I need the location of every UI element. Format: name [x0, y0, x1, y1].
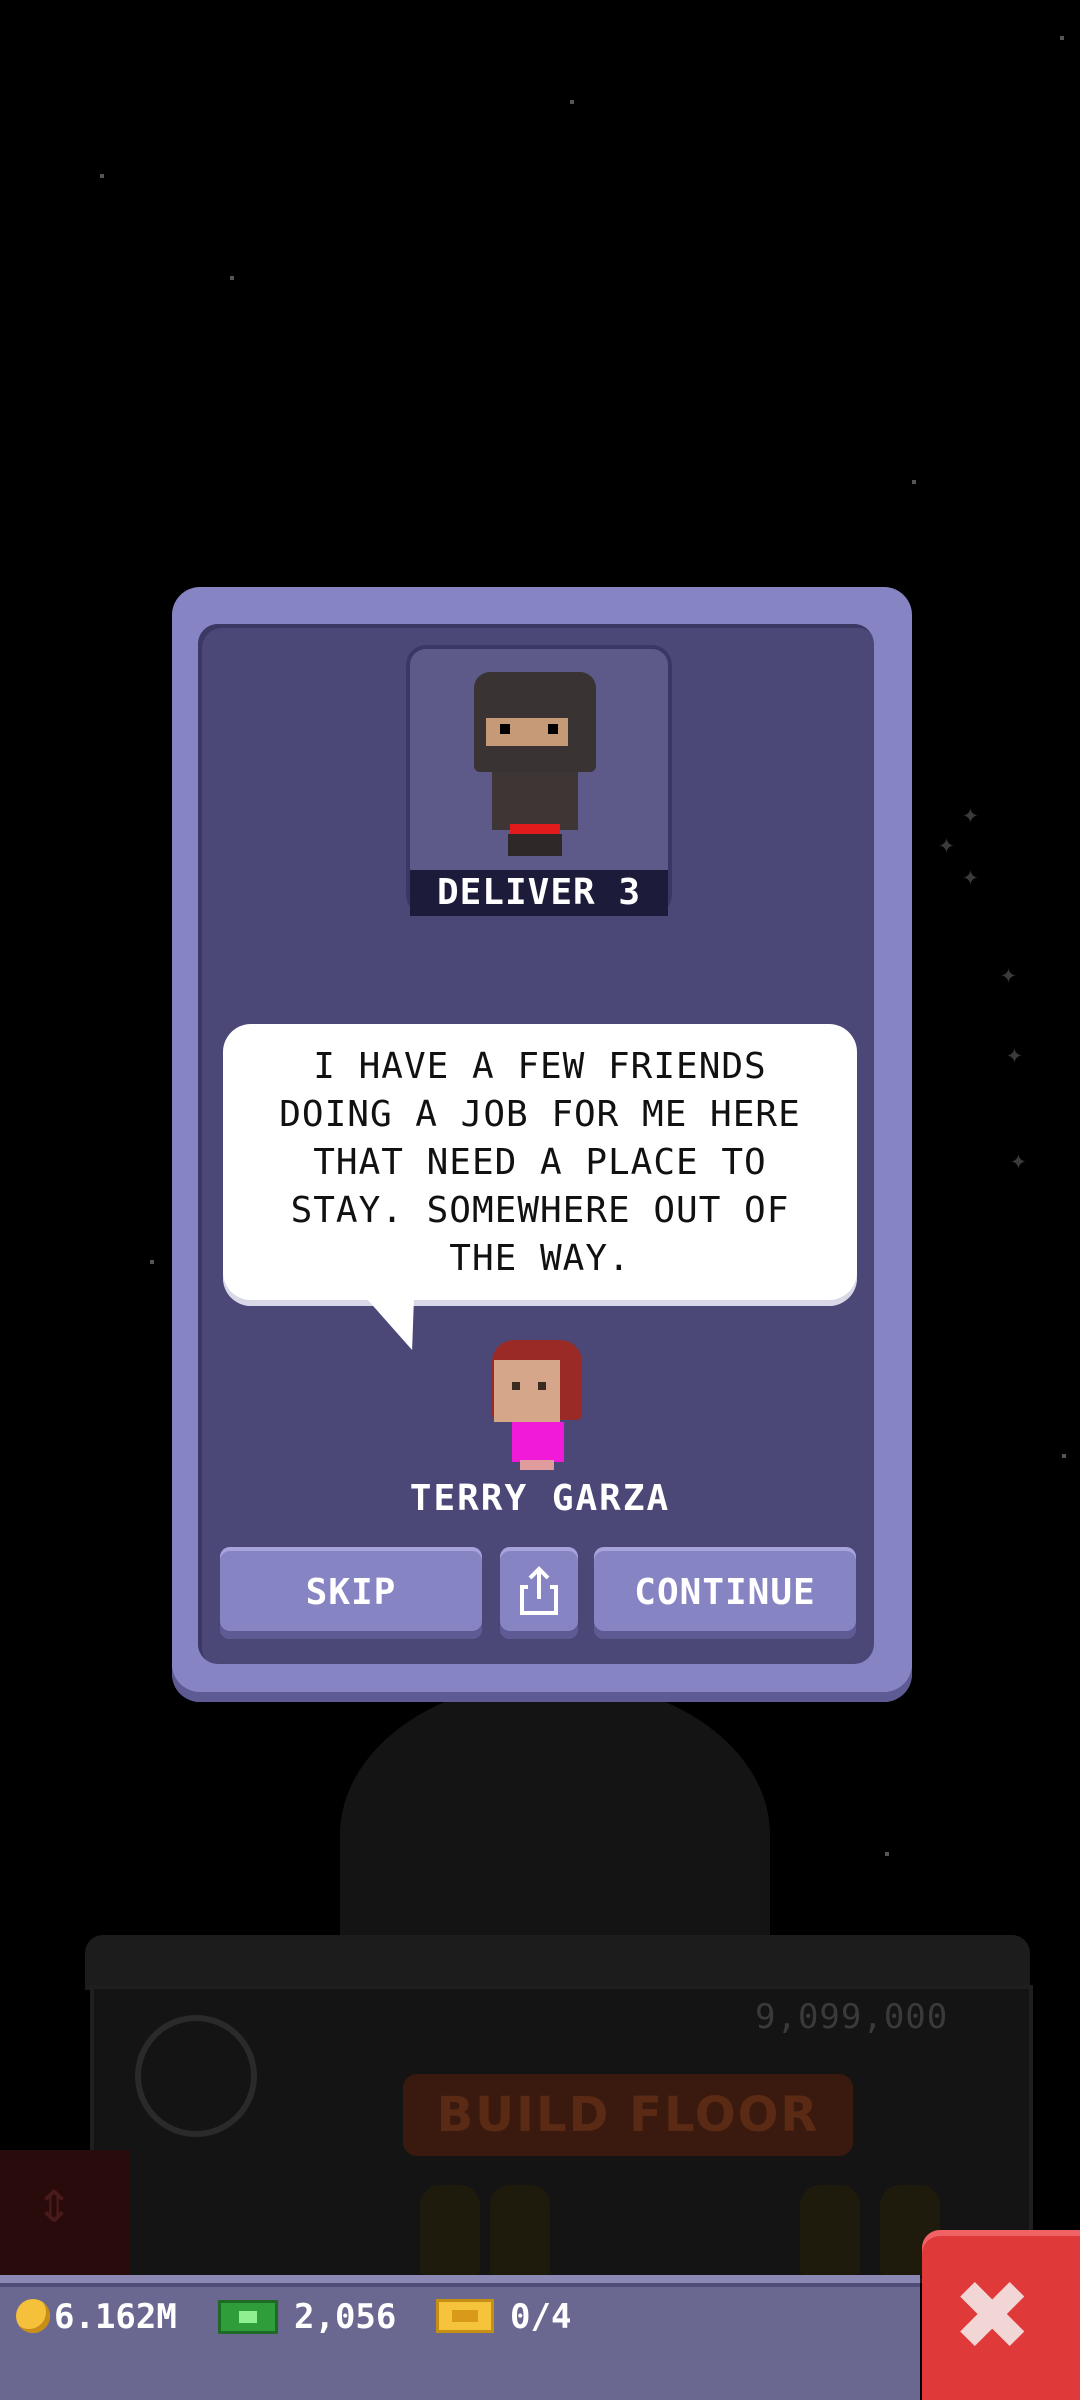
mission-objective-label: DELIVER 3 — [410, 870, 668, 916]
continue-button[interactable]: CONTINUE — [594, 1547, 856, 1639]
coins-count: 6.162M — [54, 2297, 177, 2337]
coin-icon — [16, 2299, 50, 2333]
up-down-arrow-icon: ⇕ — [36, 2167, 73, 2237]
tower-roof — [85, 1935, 1030, 1990]
elevator-button: ⇕ — [0, 2150, 130, 2275]
bitizens-group — [420, 2180, 980, 2275]
fan-icon — [135, 2015, 257, 2137]
share-button[interactable] — [500, 1547, 578, 1639]
close-button[interactable]: ✖ — [922, 2230, 1080, 2400]
bux-icon — [218, 2300, 278, 2334]
share-icon — [520, 1566, 558, 1615]
build-floor-button: BUILD FLOOR — [403, 2074, 853, 2156]
tickets-count: 0/4 — [510, 2297, 572, 2337]
mission-message: I HAVE A FEW FRIENDS DOING A JOB FOR ME … — [279, 1046, 801, 1279]
speaker-name: TERRY GARZA — [409, 1478, 671, 1519]
skip-button[interactable]: SKIP — [220, 1547, 482, 1639]
floor-cost-text: 9,099,000 — [755, 1997, 949, 2037]
ticket-icon — [436, 2299, 494, 2333]
close-icon: ✖ — [952, 2260, 1033, 2372]
speaker-sprite — [488, 1340, 588, 1470]
bux-count: 2,056 — [294, 2297, 397, 2337]
ninja-sprite — [470, 672, 600, 862]
